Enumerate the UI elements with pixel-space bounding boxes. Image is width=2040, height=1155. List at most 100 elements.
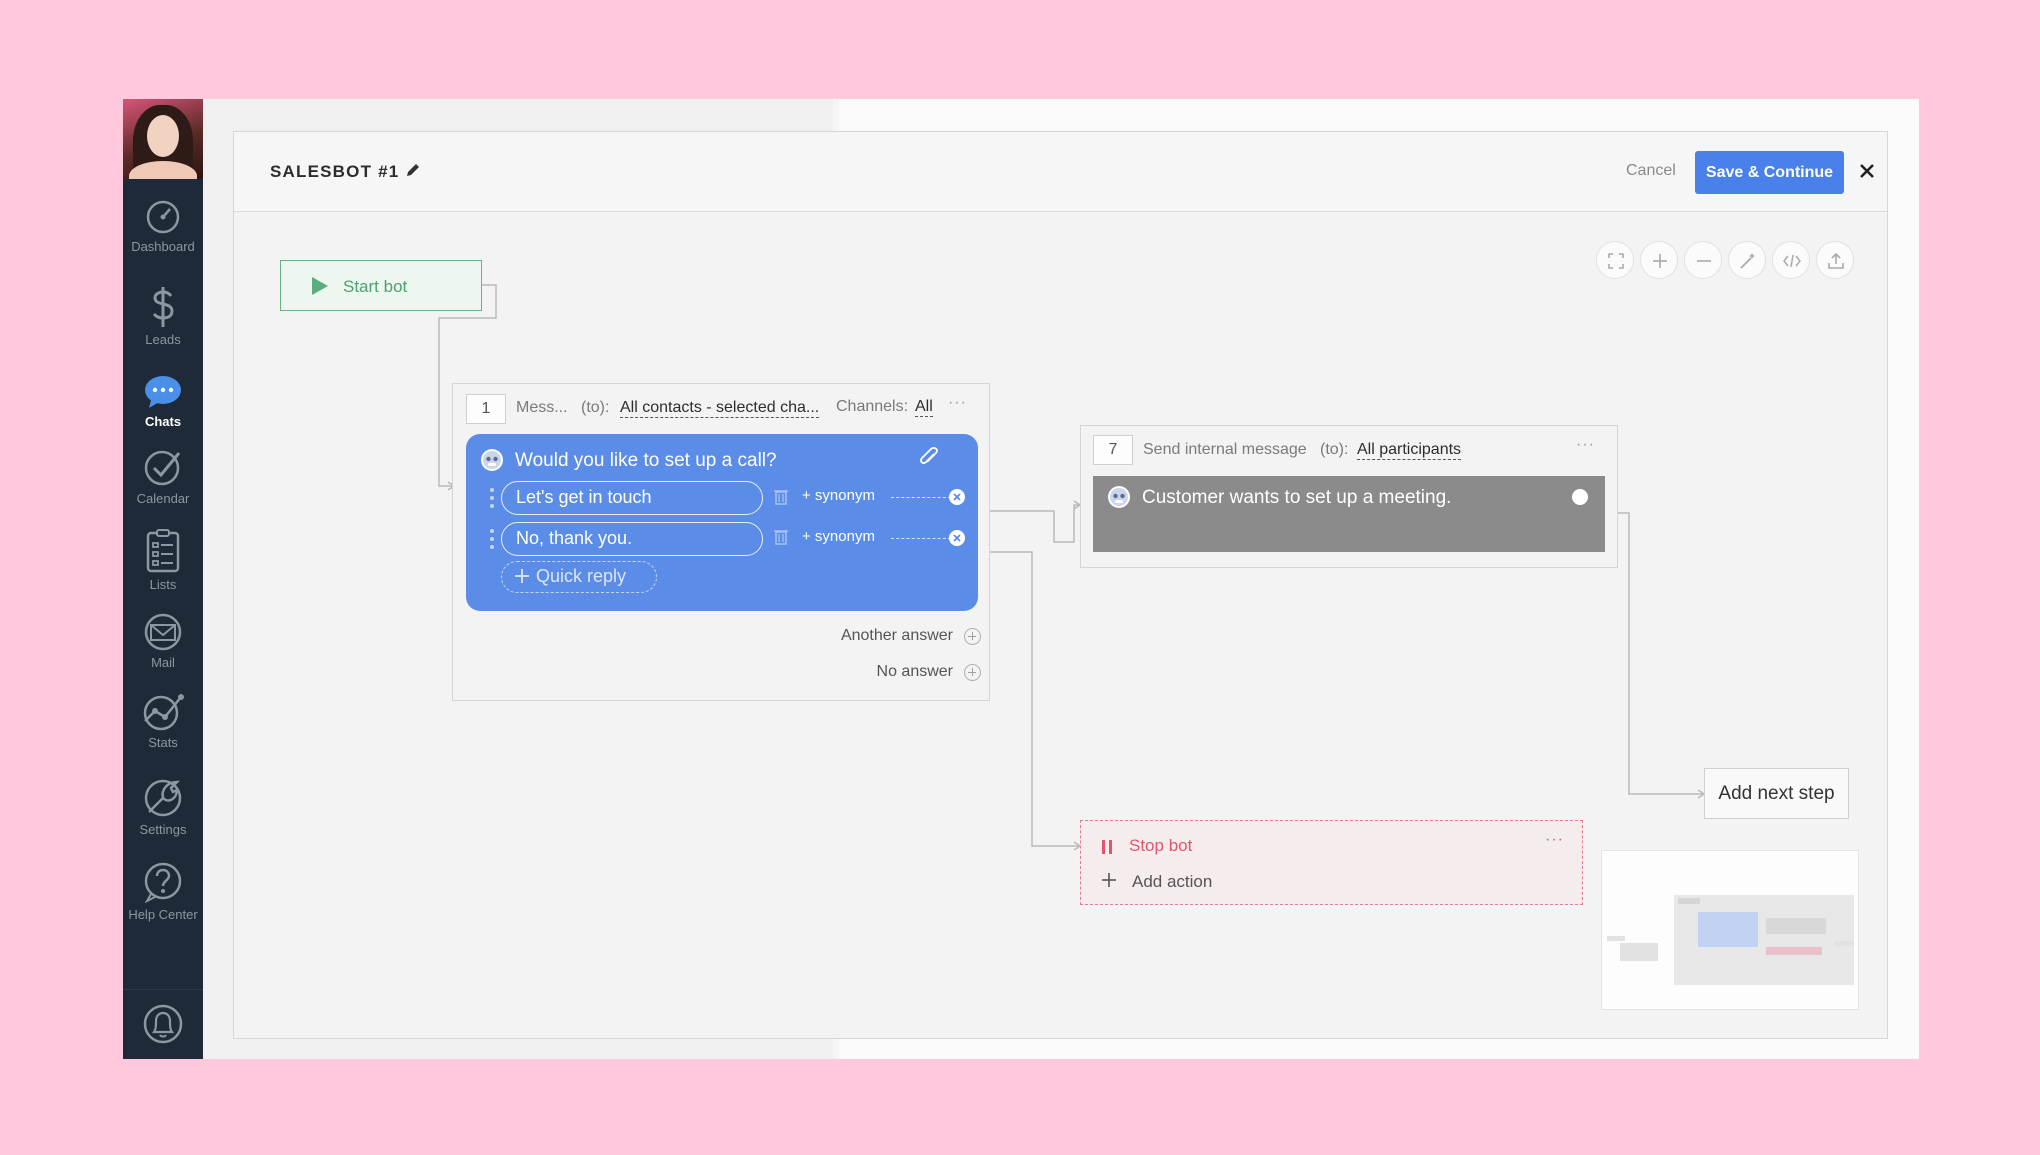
connector-handle[interactable] xyxy=(949,530,965,546)
chat-icon xyxy=(145,376,181,408)
sidebar-item-label: Calendar xyxy=(136,491,190,506)
magic-wand-icon xyxy=(1740,253,1755,269)
page-title: SALESBOT #1 xyxy=(270,162,400,181)
app-window: Dashboard Leads Chats Calendar Lists Mai… xyxy=(123,99,1919,1059)
message-bubble[interactable]: Customer wants to set up a meeting. xyxy=(1093,476,1605,552)
sidebar-item-dashboard[interactable]: Dashboard xyxy=(123,199,203,279)
help-icon xyxy=(144,862,182,903)
output-connector[interactable] xyxy=(1572,489,1588,505)
plus-icon[interactable] xyxy=(1101,872,1117,888)
trash-icon[interactable] xyxy=(774,528,788,545)
stop-bot-label: Stop bot xyxy=(1129,836,1193,855)
drag-handle[interactable] xyxy=(489,528,495,550)
attachment-icon[interactable] xyxy=(918,446,940,470)
salesbot-editor-modal: SALESBOT #1 Cancel Save & Continue Start… xyxy=(233,131,1888,1039)
another-answer-label[interactable]: Another answer xyxy=(753,627,953,645)
sidebar-item-stats[interactable]: Stats xyxy=(123,693,203,773)
notifications-button[interactable] xyxy=(123,989,203,1059)
close-icon xyxy=(953,534,961,542)
add-synonym-button[interactable]: + synonym xyxy=(802,528,875,545)
sidebar-item-label: Leads xyxy=(145,332,181,347)
step-menu-button[interactable]: ··· xyxy=(948,394,967,412)
sidebar-item-calendar[interactable]: Calendar xyxy=(123,447,203,527)
modal-header: SALESBOT #1 Cancel Save & Continue xyxy=(234,132,1887,212)
close-button[interactable] xyxy=(1855,159,1879,183)
stop-bot-node[interactable]: Stop bot ··· Add action xyxy=(1080,820,1583,905)
sidebar-item-chats[interactable]: Chats xyxy=(123,374,203,454)
step-menu-button[interactable]: ··· xyxy=(1545,831,1564,849)
dollar-icon xyxy=(152,287,174,327)
add-action-button[interactable]: Add action xyxy=(1132,872,1212,892)
edit-title-button[interactable] xyxy=(405,162,421,183)
fullscreen-icon xyxy=(1608,253,1624,269)
step-type-label: Mess... xyxy=(516,399,568,416)
close-icon xyxy=(953,493,961,501)
step-number: 7 xyxy=(1093,435,1133,465)
sidebar-item-leads[interactable]: Leads xyxy=(123,286,203,366)
sidebar-item-label: Lists xyxy=(149,577,177,592)
play-icon xyxy=(312,277,328,295)
channels-dropdown[interactable]: All xyxy=(915,398,933,417)
message-bubble[interactable]: Would you like to set up a call? Let's g… xyxy=(466,434,978,611)
bot-avatar-icon xyxy=(1108,486,1130,508)
add-synonym-button[interactable]: + synonym xyxy=(802,487,875,504)
flow-canvas[interactable]: Start bot 1 Mess... (to): All contacts -… xyxy=(234,213,1887,1038)
plus-icon xyxy=(1653,254,1667,268)
dashboard-icon xyxy=(146,200,180,234)
avatar[interactable] xyxy=(123,99,203,179)
zoom-in-button[interactable] xyxy=(1640,241,1678,279)
no-answer-label[interactable]: No answer xyxy=(753,663,953,681)
drag-handle[interactable] xyxy=(489,487,495,509)
message-step[interactable]: 1 Mess... (to): All contacts - selected … xyxy=(452,383,990,701)
connector-line xyxy=(891,538,951,539)
bot-avatar-icon xyxy=(481,449,503,471)
check-icon xyxy=(144,450,181,486)
auto-arrange-button[interactable] xyxy=(1728,241,1766,279)
trash-icon[interactable] xyxy=(774,488,788,505)
to-label: (to): xyxy=(1320,441,1349,458)
sidebar-item-settings[interactable]: Settings xyxy=(123,776,203,856)
cancel-button[interactable]: Cancel xyxy=(1626,162,1676,180)
message-text[interactable]: Would you like to set up a call? xyxy=(515,450,777,472)
add-no-answer-icon[interactable] xyxy=(964,664,981,681)
sidebar-item-label: Dashboard xyxy=(131,239,195,254)
recipients-dropdown[interactable]: All contacts - selected cha... xyxy=(620,399,820,418)
quick-reply-option[interactable]: Let's get in touch xyxy=(501,481,763,515)
connector-handle[interactable] xyxy=(949,489,965,505)
sidebar-item-label: Help Center xyxy=(128,907,198,922)
code-icon xyxy=(1783,254,1801,268)
minus-icon xyxy=(1697,260,1711,262)
to-label: (to): xyxy=(581,399,610,416)
minimap-preview xyxy=(1607,895,1854,985)
pause-icon xyxy=(1102,840,1112,854)
add-next-step-button[interactable]: Add next step xyxy=(1704,768,1849,819)
sidebar-item-label: Mail xyxy=(151,655,175,670)
quick-reply-option[interactable]: No, thank you. xyxy=(501,522,763,556)
close-icon xyxy=(1860,164,1874,178)
sidebar-item-mail[interactable]: Mail xyxy=(123,613,203,693)
connector-line xyxy=(891,497,951,498)
wrench-icon xyxy=(144,779,182,817)
sidebar-item-lists[interactable]: Lists xyxy=(123,529,203,609)
sidebar: Dashboard Leads Chats Calendar Lists Mai… xyxy=(123,99,203,1059)
minimap[interactable] xyxy=(1601,850,1859,1010)
export-button[interactable] xyxy=(1816,241,1854,279)
sidebar-item-label: Settings xyxy=(139,822,187,837)
internal-message-step[interactable]: 7 Send internal message (to): All partic… xyxy=(1080,425,1618,568)
add-quick-reply-button[interactable]: Quick reply xyxy=(501,561,657,593)
message-text[interactable]: Customer wants to set up a meeting. xyxy=(1142,487,1451,509)
save-continue-button[interactable]: Save & Continue xyxy=(1695,151,1844,194)
start-bot-label: Start bot xyxy=(343,277,408,296)
channels-label: Channels: xyxy=(836,398,909,415)
start-bot-node[interactable]: Start bot xyxy=(280,260,482,311)
pencil-icon xyxy=(407,164,419,176)
recipients-dropdown[interactable]: All participants xyxy=(1357,441,1462,460)
code-button[interactable] xyxy=(1772,241,1810,279)
bell-icon xyxy=(143,1004,183,1044)
add-another-answer-icon[interactable] xyxy=(964,628,981,645)
list-icon xyxy=(146,529,180,573)
fullscreen-button[interactable] xyxy=(1596,241,1634,279)
step-menu-button[interactable]: ··· xyxy=(1576,436,1595,454)
zoom-out-button[interactable] xyxy=(1684,241,1722,279)
sidebar-item-help-center[interactable]: Help Center xyxy=(123,861,203,941)
